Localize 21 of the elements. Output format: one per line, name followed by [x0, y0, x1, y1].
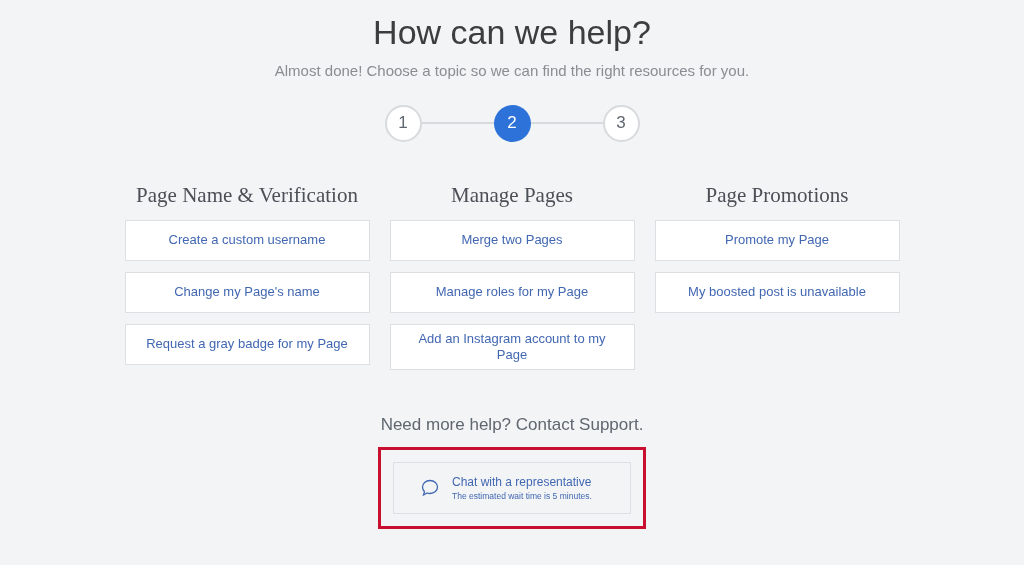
- chat-button[interactable]: Chat with a representative The estimated wait time is 5 minutes.: [393, 462, 631, 514]
- topic-option[interactable]: My boosted post is unavailable: [654, 271, 900, 313]
- subtitle: Almost done! Choose a topic so we can find the right resources for you.: [274, 61, 750, 81]
- topic-option[interactable]: Add an Instagram account to my Page: [389, 323, 635, 370]
- step-indicator: 1: [384, 104, 422, 142]
- topic-option[interactable]: Promote my Page: [654, 219, 900, 261]
- topic-option[interactable]: Request a gray badge for my Page: [124, 323, 370, 365]
- topic-option[interactable]: Manage roles for my Page: [389, 271, 635, 313]
- topic-heading: Manage Pages: [450, 181, 574, 208]
- topic-option[interactable]: Create a custom username: [124, 219, 370, 261]
- topic-option[interactable]: Merge two Pages: [389, 219, 635, 261]
- page-title: How can we help?: [373, 12, 651, 52]
- support-heading: Need more help? Contact Support.: [380, 413, 644, 436]
- topic-option[interactable]: Change my Page's name: [124, 271, 370, 313]
- step-indicator: 2: [493, 104, 531, 142]
- chat-label: Chat with a representative: [452, 474, 592, 490]
- chat-bubble-icon: [420, 478, 440, 498]
- step-indicator: 3: [602, 104, 640, 142]
- wait-time-note: The estimated wait time is 5 minutes.: [452, 489, 592, 502]
- topic-heading: Page Name & Verification: [135, 181, 359, 208]
- topic-heading: Page Promotions: [704, 181, 850, 208]
